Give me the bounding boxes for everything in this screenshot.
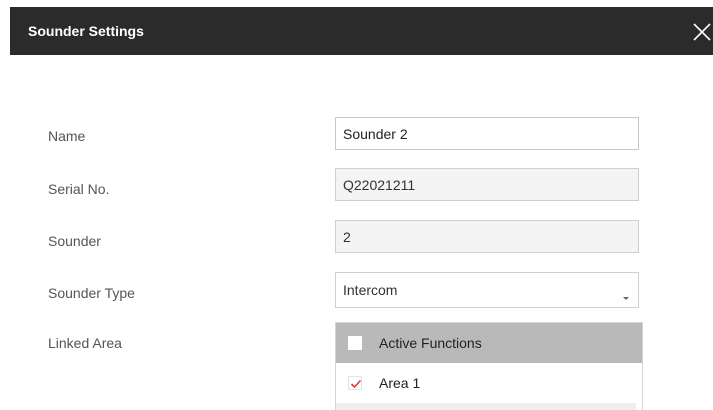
list-item-partial bbox=[336, 403, 636, 410]
name-label: Name bbox=[48, 128, 86, 144]
dialog-title: Sounder Settings bbox=[28, 23, 144, 39]
active-functions-label: Active Functions bbox=[379, 335, 482, 351]
linked-area-label: Linked Area bbox=[48, 335, 122, 351]
area-1-checkbox[interactable] bbox=[348, 376, 362, 390]
sounder-type-select[interactable]: Intercom bbox=[335, 272, 639, 308]
sounder-settings-dialog: Sounder Settings Name Serial No. Sounder… bbox=[0, 0, 713, 410]
name-input[interactable] bbox=[335, 117, 639, 150]
list-item[interactable]: Area 1 bbox=[336, 363, 642, 403]
close-icon[interactable] bbox=[691, 21, 713, 43]
serial-field bbox=[335, 168, 639, 201]
sounder-type-label: Sounder Type bbox=[48, 285, 135, 301]
dialog-titlebar: Sounder Settings bbox=[10, 7, 713, 55]
sounder-label: Sounder bbox=[48, 233, 101, 249]
caret-down-icon bbox=[622, 288, 630, 300]
select-all-checkbox[interactable] bbox=[348, 336, 362, 350]
area-1-label: Area 1 bbox=[379, 375, 421, 391]
sounder-type-value: Intercom bbox=[343, 282, 398, 298]
sounder-field bbox=[335, 220, 639, 253]
linked-area-list: Active Functions Area 1 bbox=[335, 322, 643, 410]
serial-label: Serial No. bbox=[48, 181, 110, 197]
check-icon bbox=[350, 379, 362, 389]
active-functions-header: Active Functions bbox=[336, 323, 642, 363]
